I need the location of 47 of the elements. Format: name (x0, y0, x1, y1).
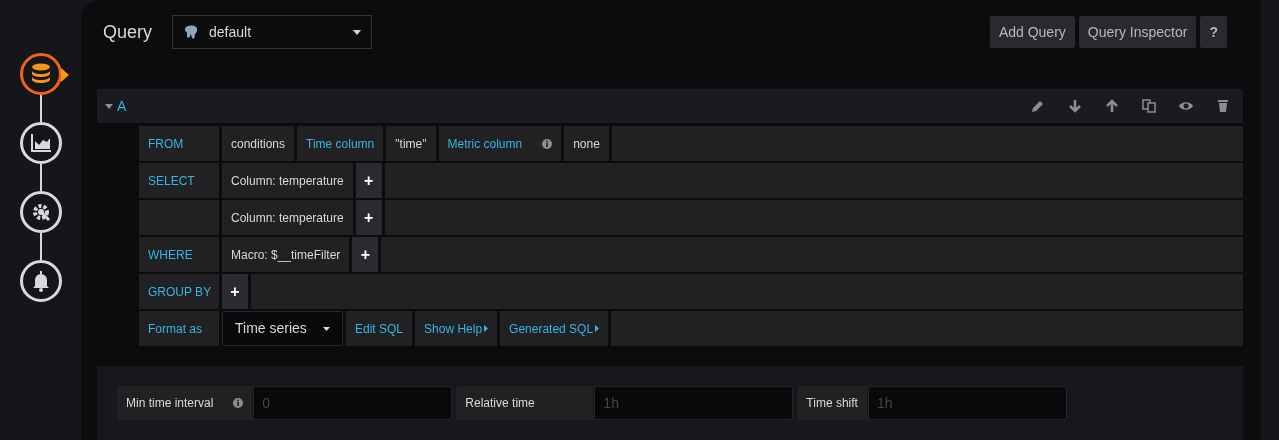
toggle-link[interactable]: Generated SQL (500, 311, 609, 346)
field-label: Relative time (465, 395, 535, 412)
query-value-segment[interactable]: conditions (222, 126, 295, 161)
caret-icon (484, 325, 489, 332)
trash-button[interactable] (1215, 98, 1231, 114)
query-value-segment[interactable]: Macro: $__timeFilter (222, 237, 350, 272)
input-field[interactable]: 1h (594, 386, 794, 420)
clause-keyword: GROUP BY (139, 274, 219, 309)
field-label: Min time interval (126, 395, 214, 412)
format-select[interactable]: Time series (222, 311, 343, 346)
info-icon (233, 398, 244, 408)
arrow-up-button[interactable] (1104, 98, 1120, 114)
info-icon (542, 138, 553, 149)
field-label: Metric column (447, 135, 523, 153)
input-field[interactable]: 0 (253, 386, 453, 420)
field-label: Time shift (806, 395, 858, 412)
datasource-select[interactable]: default (172, 15, 373, 49)
field-label: Time column (306, 135, 375, 153)
clause-keyword: WHERE (139, 237, 219, 272)
area-chart-icon (28, 131, 53, 155)
query-value-segment[interactable]: Column: temperature (222, 163, 353, 198)
toggle-link[interactable]: Show Help (415, 311, 498, 346)
help-button[interactable]: ? (1200, 16, 1227, 48)
pointer-icon (60, 68, 69, 82)
query-value-segment[interactable]: Column: temperature (222, 200, 353, 235)
caret-icon (323, 326, 330, 331)
query-value-segment[interactable]: "time" (386, 126, 436, 161)
caret-icon (353, 29, 362, 35)
pencil-button[interactable] (1030, 98, 1046, 114)
copy-button[interactable] (1141, 98, 1157, 114)
input-field[interactable]: 1h (867, 386, 1067, 420)
clause-keyword: Format as (139, 311, 219, 346)
add-button[interactable]: + (222, 274, 248, 309)
query-name[interactable]: A (117, 95, 127, 117)
toolbar-button[interactable]: Query Inspector (1078, 16, 1197, 48)
clause-keyword: SELECT (139, 163, 219, 198)
toggle-link[interactable]: Edit SQL (346, 311, 413, 346)
clause-keyword: FROM (139, 126, 219, 161)
panel-title: Query (103, 20, 153, 44)
toolbar-button[interactable]: Add Query (989, 16, 1075, 48)
elephant-icon (183, 24, 200, 40)
add-button[interactable]: + (355, 163, 382, 198)
arrow-down-button[interactable] (1067, 98, 1083, 114)
add-button[interactable]: + (355, 200, 382, 235)
caret-icon (595, 325, 600, 332)
query-value-segment[interactable]: none (564, 126, 609, 161)
add-button[interactable]: + (352, 237, 379, 272)
